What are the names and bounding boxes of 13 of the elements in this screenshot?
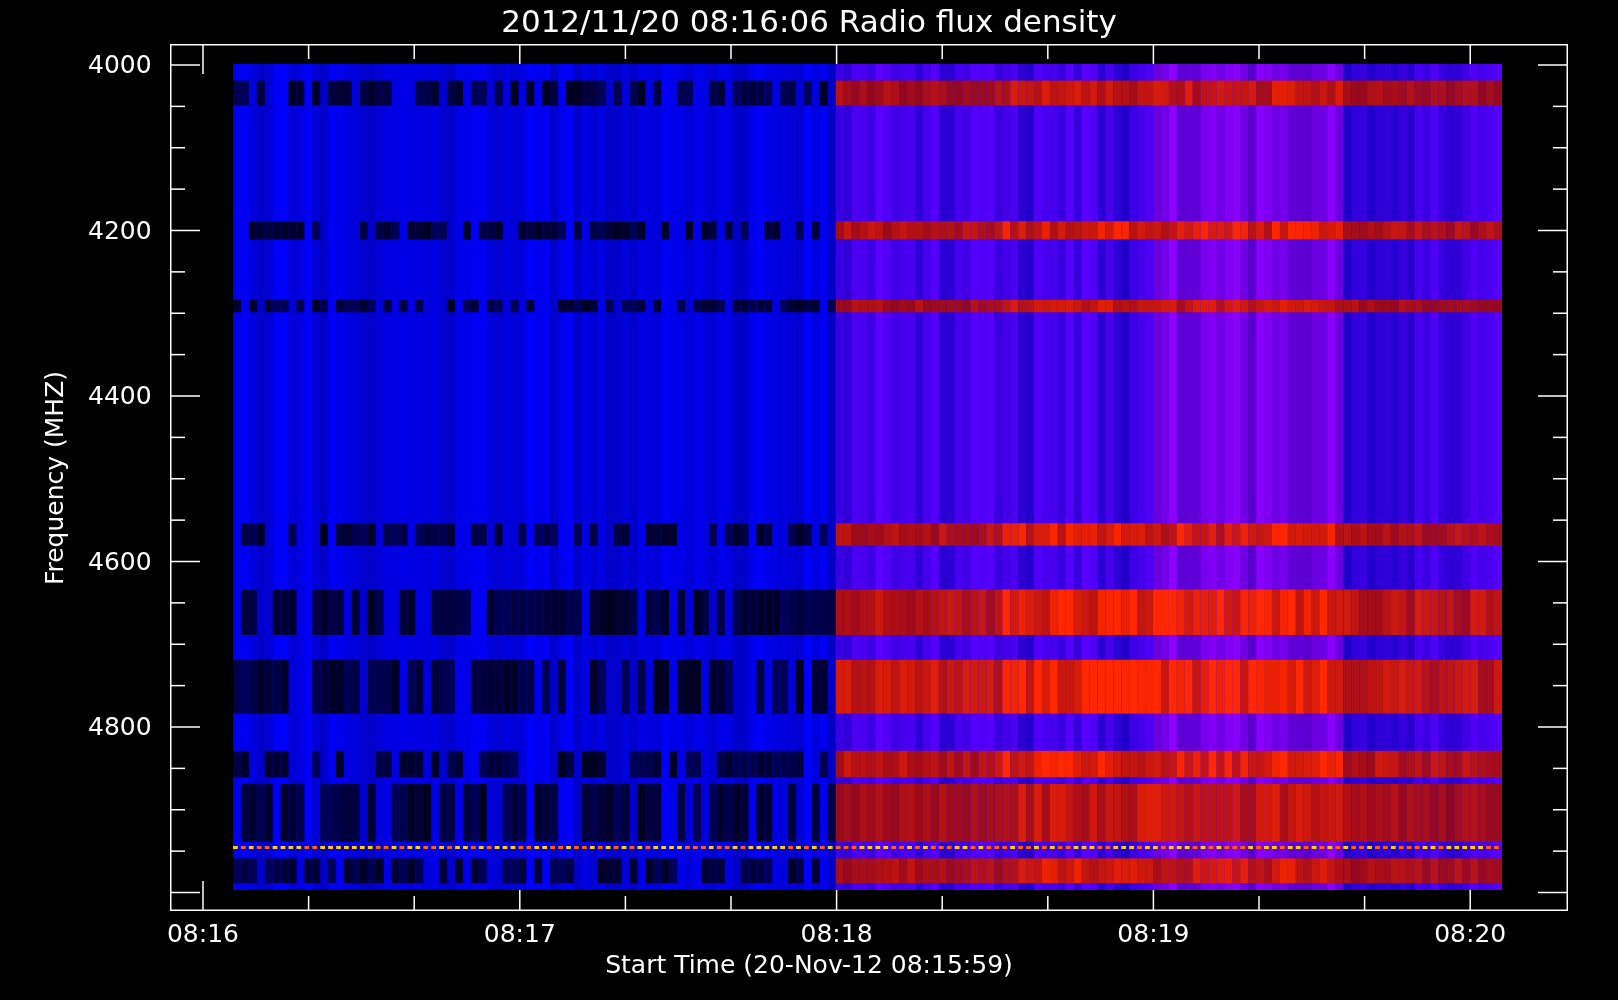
x-tick-label: 08:18 bbox=[799, 919, 874, 949]
chart-title-text: 2012/11/20 08:16:06 Radio flux density bbox=[501, 3, 1117, 39]
x-tick-label: 08:20 bbox=[1433, 919, 1508, 949]
y-tick-label: 4400 bbox=[88, 381, 152, 411]
x-tick-label: 08:19 bbox=[1116, 919, 1191, 949]
y-axis-label: Frequency (MHZ) bbox=[40, 369, 70, 588]
y-tick-label: 4200 bbox=[88, 215, 152, 246]
x-axis-label: Start Time (20-Nov-12 08:15:59) bbox=[605, 950, 1013, 979]
x-tick-label: 08:17 bbox=[482, 919, 557, 949]
y-tick-label: 4800 bbox=[88, 712, 152, 742]
y-tick-label: 4000 bbox=[88, 50, 152, 80]
x-tick-label: 08:16 bbox=[165, 919, 240, 949]
y-tick-label: 4600 bbox=[88, 546, 152, 577]
